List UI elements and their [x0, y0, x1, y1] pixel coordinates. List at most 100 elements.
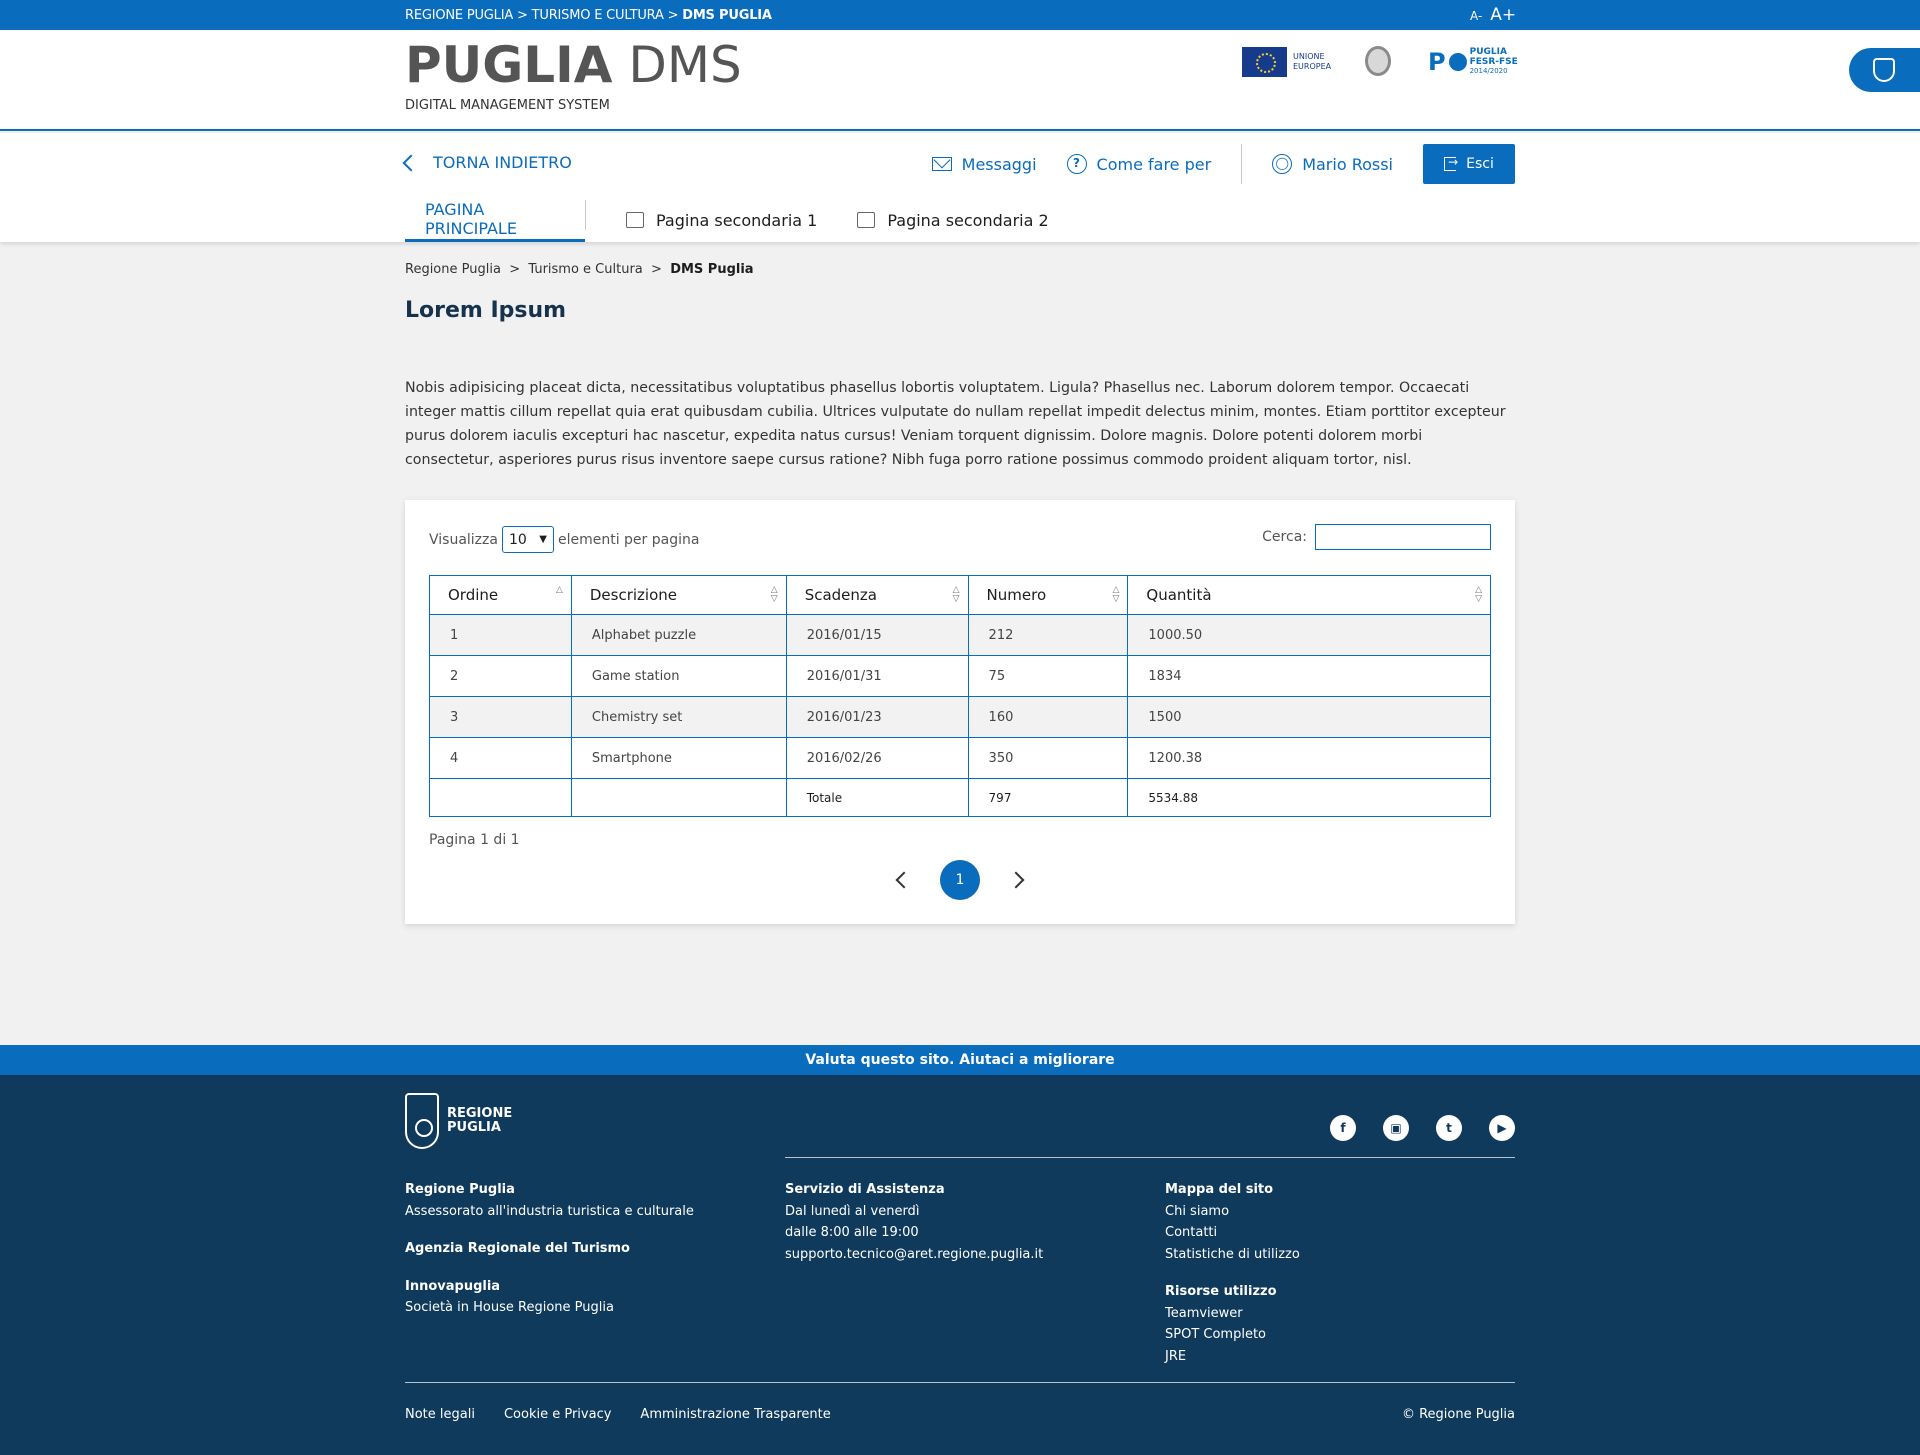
total-label: Totale: [785, 778, 969, 817]
total-quantita: 5534.88: [1127, 778, 1491, 817]
cell-empty: [570, 778, 787, 817]
cell-quantita: 1200.38: [1127, 737, 1491, 779]
footer-link-contatti[interactable]: Contatti: [1165, 1222, 1300, 1244]
por-p-letter: P: [1428, 48, 1446, 76]
twitter-icon[interactable]: t: [1436, 1115, 1462, 1141]
intro-paragraph: Nobis adipisicing placeat dicta, necessi…: [405, 380, 1506, 468]
page-tabs: PAGINA PRINCIPALE Pagina secondaria 1 Pa…: [405, 198, 1069, 242]
crumb-turismo[interactable]: Turismo e Cultura: [528, 262, 642, 277]
footer-text: Assessorato all'industria turistica e cu…: [405, 1203, 694, 1219]
cell-ordine: 3: [429, 696, 572, 738]
tab-label: Pagina secondaria 1: [656, 210, 818, 230]
support-email-link[interactable]: supporto.tecnico@aret.regione.puglia.it: [785, 1244, 1043, 1266]
cell-scadenza: 2016/01/23: [785, 696, 969, 738]
top-bar: REGIONE PUGLIA > TURISMO E CULTURA > DMS…: [0, 0, 1920, 30]
top-breadcrumb: REGIONE PUGLIA > TURISMO E CULTURA > DMS…: [405, 8, 772, 23]
data-table-card: Visualizza 10 ▼ elementi per pagina Cerca…: [405, 500, 1515, 924]
user-profile-link[interactable]: ◯ Mario Rossi: [1272, 154, 1393, 174]
prev-page-icon[interactable]: [895, 871, 913, 889]
footer-link-spot[interactable]: SPOT Completo: [1165, 1324, 1300, 1346]
back-link[interactable]: TORNA INDIETRO: [402, 153, 572, 172]
footer-link-jre[interactable]: JRE: [1165, 1346, 1300, 1368]
copyright: © Regione Puglia: [1401, 1407, 1515, 1422]
column-header-descrizione[interactable]: Descrizione △ ▽: [570, 575, 787, 615]
footer-col-mappa: Mappa del sito Chi siamo Contatti Statis…: [1165, 1179, 1300, 1367]
cell-scadenza: 2016/01/31: [785, 655, 969, 697]
eu-text-line2: EUROPEA: [1293, 62, 1332, 71]
cell-descrizione: Alphabet puzzle: [570, 614, 787, 656]
page-button-current[interactable]: 1: [940, 860, 980, 900]
table-row: 4 Smartphone 2016/02/26 350 1200.38: [429, 737, 1491, 779]
main-nav: TORNA INDIETRO Messaggi ? Come fare per ◯…: [0, 133, 1920, 242]
facebook-icon[interactable]: f: [1330, 1115, 1356, 1141]
font-increase-button[interactable]: A+: [1490, 5, 1516, 25]
table-row: 2 Game station 2016/01/31 75 1834: [429, 655, 1491, 697]
chevron-left-icon: [402, 154, 420, 171]
column-header-ordine[interactable]: Ordine △: [429, 575, 572, 615]
legal-links: Note legali Cookie e Privacy Amministraz…: [405, 1407, 831, 1422]
footer-heading[interactable]: Regione Puglia: [405, 1179, 694, 1201]
orders-table: Ordine △ Descrizione △ ▽ Scadenza △ ▽ Numero △…: [429, 575, 1491, 817]
user-icon: ◯: [1272, 154, 1293, 174]
footer-col-assistenza: Servizio di Assistenza Dal lunedì al ven…: [785, 1179, 1043, 1265]
logout-button[interactable]: Esci: [1423, 144, 1515, 184]
column-header-numero[interactable]: Numero △ ▽: [967, 575, 1129, 615]
tab-pagina-principale[interactable]: PAGINA PRINCIPALE: [405, 198, 585, 242]
site-logo[interactable]: PUGLIA DMS: [405, 40, 742, 90]
footer-heading[interactable]: Agenzia Regionale del Turismo: [405, 1238, 694, 1260]
breadcrumb: Regione Puglia > Turismo e Cultura > DMS…: [405, 262, 754, 277]
tab-pagina-secondaria-2[interactable]: Pagina secondaria 2: [837, 198, 1068, 242]
tab-pagina-secondaria-1[interactable]: Pagina secondaria 1: [606, 198, 837, 242]
site-footer: REGIONE PUGLIA f ▣ t ▶ Regione Puglia Ass…: [0, 1075, 1920, 1455]
youtube-icon[interactable]: ▶: [1489, 1115, 1515, 1141]
tab-label: Pagina secondaria 2: [887, 210, 1049, 230]
accessibility-side-tab[interactable]: [1849, 48, 1920, 92]
legal-link-cookie[interactable]: Cookie e Privacy: [504, 1407, 611, 1422]
tab-divider: [585, 200, 586, 230]
feedback-bar[interactable]: Valuta questo sito. Aiutaci a migliorare: [0, 1045, 1920, 1075]
messages-link[interactable]: Messaggi: [931, 154, 1037, 174]
footer-bottom-divider: [405, 1382, 1515, 1383]
next-page-icon[interactable]: [1007, 871, 1025, 889]
footer-link-teamviewer[interactable]: Teamviewer: [1165, 1303, 1300, 1325]
sort-icon: △ ▽: [1475, 585, 1482, 604]
question-icon: ?: [1066, 154, 1087, 174]
messages-label: Messaggi: [961, 154, 1037, 174]
legal-link-note[interactable]: Note legali: [405, 1407, 475, 1422]
table-search: Cerca:: [1262, 524, 1491, 550]
por-circle-icon: [1448, 53, 1467, 71]
cell-ordine: 1: [429, 614, 572, 656]
page-size-select[interactable]: 10 ▼: [501, 526, 554, 553]
table-header-row: Ordine △ Descrizione △ ▽ Scadenza △ ▽ Numero △…: [429, 575, 1491, 615]
column-header-quantita[interactable]: Quantità △ ▽: [1127, 575, 1491, 615]
cell-numero: 75: [967, 655, 1129, 697]
top-crumb-regione[interactable]: REGIONE PUGLIA: [405, 8, 513, 23]
footer-link-statistiche[interactable]: Statistiche di utilizzo: [1165, 1244, 1300, 1266]
sort-icon: △ ▽: [1112, 585, 1120, 604]
eu-logo: UNIONE EUROPEA: [1242, 47, 1331, 77]
howto-link[interactable]: ? Come fare per: [1066, 154, 1211, 174]
footer-heading: Mappa del sito: [1165, 1182, 1274, 1197]
footer-heading[interactable]: Innovapuglia: [405, 1276, 694, 1298]
header-label: Numero: [986, 586, 1047, 604]
search-input[interactable]: [1315, 524, 1491, 550]
footer-link-chi-siamo[interactable]: Chi siamo: [1165, 1201, 1300, 1223]
font-decrease-button[interactable]: A-: [1470, 9, 1482, 23]
logo-subtitle: DIGITAL MANAGEMENT SYSTEM: [405, 98, 610, 113]
header-label: Descrizione: [589, 586, 678, 604]
crumb-regione[interactable]: Regione Puglia: [405, 262, 501, 277]
site-header: PUGLIA DMS DIGITAL MANAGEMENT SYSTEM UNI…: [0, 30, 1920, 131]
regione-shield-icon: [405, 1093, 439, 1149]
instagram-icon[interactable]: ▣: [1383, 1115, 1409, 1141]
cell-scadenza: 2016/02/26: [785, 737, 969, 779]
sort-icon: △ ▽: [770, 585, 778, 604]
legal-link-trasparenza[interactable]: Amministrazione Trasparente: [640, 1407, 830, 1422]
show-label: Visualizza: [429, 531, 498, 548]
column-header-scadenza[interactable]: Scadenza △ ▽: [785, 575, 969, 615]
footer-text: dalle 8:00 alle 19:00: [785, 1225, 919, 1240]
logo-title-bold: PUGLIA: [405, 36, 613, 94]
page-title: Lorem Ipsum: [405, 298, 567, 323]
top-crumb-turismo[interactable]: TURISMO E CULTURA: [532, 8, 664, 23]
footer-logo[interactable]: REGIONE PUGLIA: [405, 1093, 512, 1149]
footer-heading: Risorse utilizzo: [1165, 1284, 1277, 1299]
